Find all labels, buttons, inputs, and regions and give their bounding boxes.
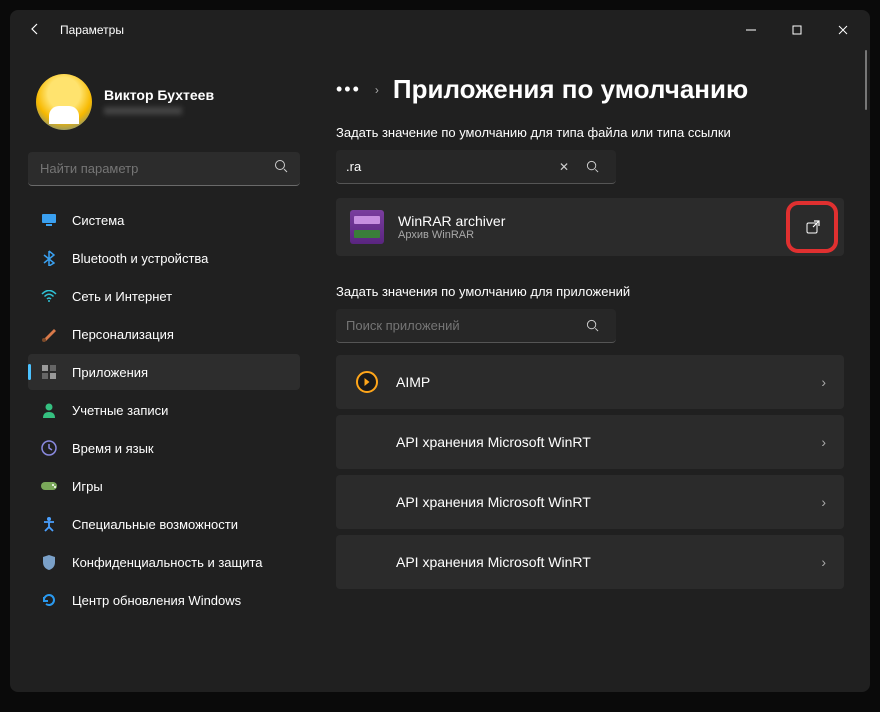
result-app-subtitle: Архив WinRAR: [398, 229, 505, 241]
section-apps-label: Задать значения по умолчанию для приложе…: [336, 284, 844, 299]
accessibility-icon: [40, 515, 58, 533]
chevron-right-icon: ›: [821, 494, 826, 510]
sidebar-item-label: Учетные записи: [72, 403, 168, 418]
app-list-item[interactable]: API хранения Microsoft WinRT ›: [336, 535, 844, 589]
search-icon[interactable]: [578, 153, 606, 181]
app-list-item[interactable]: API хранения Microsoft WinRT ›: [336, 415, 844, 469]
app-search[interactable]: [336, 309, 616, 343]
chevron-right-icon: ›: [821, 374, 826, 390]
filetype-search[interactable]: ✕: [336, 150, 616, 184]
profile-email: xxxxxxxxxxxxx: [104, 103, 214, 117]
search-icon: [274, 159, 288, 178]
sidebar-item-label: Игры: [72, 479, 103, 494]
sidebar-item-label: Специальные возможности: [72, 517, 238, 532]
monitor-icon: [40, 211, 58, 229]
close-button[interactable]: [820, 14, 866, 46]
app-name: API хранения Microsoft WinRT: [396, 434, 805, 450]
clear-icon[interactable]: ✕: [550, 153, 578, 181]
page-title: Приложения по умолчанию: [393, 74, 748, 105]
filetype-result-card[interactable]: WinRAR archiver Архив WinRAR: [336, 198, 844, 256]
filetype-input[interactable]: [346, 159, 550, 174]
sidebar-search-input[interactable]: [40, 161, 274, 176]
sidebar-item-update[interactable]: Центр обновления Windows: [28, 582, 300, 618]
person-icon: [40, 401, 58, 419]
wifi-icon: [40, 287, 58, 305]
profile-name: Виктор Бухтеев: [104, 87, 214, 103]
sidebar-item-label: Приложения: [72, 365, 148, 380]
app-name: API хранения Microsoft WinRT: [396, 494, 805, 510]
avatar: [36, 74, 92, 130]
sidebar-item-bluetooth[interactable]: Bluetooth и устройства: [28, 240, 300, 276]
highlight-box: [786, 201, 838, 253]
window-title: Параметры: [60, 23, 124, 37]
sidebar-item-label: Время и язык: [72, 441, 154, 456]
breadcrumb-overflow[interactable]: •••: [336, 79, 361, 100]
shield-icon: [40, 553, 58, 571]
sidebar-item-label: Сеть и Интернет: [72, 289, 172, 304]
sidebar-item-label: Bluetooth и устройства: [72, 251, 208, 266]
sidebar-item-shield[interactable]: Конфиденциальность и защита: [28, 544, 300, 580]
app-list-item[interactable]: API хранения Microsoft WinRT ›: [336, 475, 844, 529]
maximize-button[interactable]: [774, 14, 820, 46]
section-filetype-label: Задать значение по умолчанию для типа фа…: [336, 125, 844, 140]
gamepad-icon: [40, 477, 58, 495]
app-name: API хранения Microsoft WinRT: [396, 554, 805, 570]
back-button[interactable]: [28, 22, 42, 39]
scrollbar[interactable]: [865, 50, 867, 110]
aimp-icon: [356, 371, 378, 393]
chevron-right-icon: ›: [375, 83, 379, 97]
winrar-icon: [350, 210, 384, 244]
result-app-name: WinRAR archiver: [398, 213, 505, 229]
sidebar-item-clock[interactable]: Время и язык: [28, 430, 300, 466]
sidebar-item-apps[interactable]: Приложения: [28, 354, 300, 390]
sidebar-item-label: Персонализация: [72, 327, 174, 342]
sidebar-item-monitor[interactable]: Система: [28, 202, 300, 238]
sidebar-item-brush[interactable]: Персонализация: [28, 316, 300, 352]
sidebar-item-gamepad[interactable]: Игры: [28, 468, 300, 504]
sidebar-item-label: Система: [72, 213, 124, 228]
sidebar-item-accessibility[interactable]: Специальные возможности: [28, 506, 300, 542]
app-search-input[interactable]: [346, 318, 578, 333]
sidebar-item-label: Конфиденциальность и защита: [72, 555, 263, 570]
sidebar-item-person[interactable]: Учетные записи: [28, 392, 300, 428]
update-icon: [40, 591, 58, 609]
profile-block[interactable]: Виктор Бухтеев xxxxxxxxxxxxx: [28, 50, 300, 152]
app-name: AIMP: [396, 374, 805, 390]
chevron-right-icon: ›: [821, 434, 826, 450]
app-list-item[interactable]: AIMP ›: [336, 355, 844, 409]
minimize-button[interactable]: [728, 14, 774, 46]
sidebar-item-wifi[interactable]: Сеть и Интернет: [28, 278, 300, 314]
sidebar-item-label: Центр обновления Windows: [72, 593, 241, 608]
sidebar-search[interactable]: [28, 152, 300, 186]
brush-icon: [40, 325, 58, 343]
bluetooth-icon: [40, 249, 58, 267]
clock-icon: [40, 439, 58, 457]
apps-icon: [40, 363, 58, 381]
chevron-right-icon: ›: [821, 554, 826, 570]
search-icon[interactable]: [578, 312, 606, 340]
